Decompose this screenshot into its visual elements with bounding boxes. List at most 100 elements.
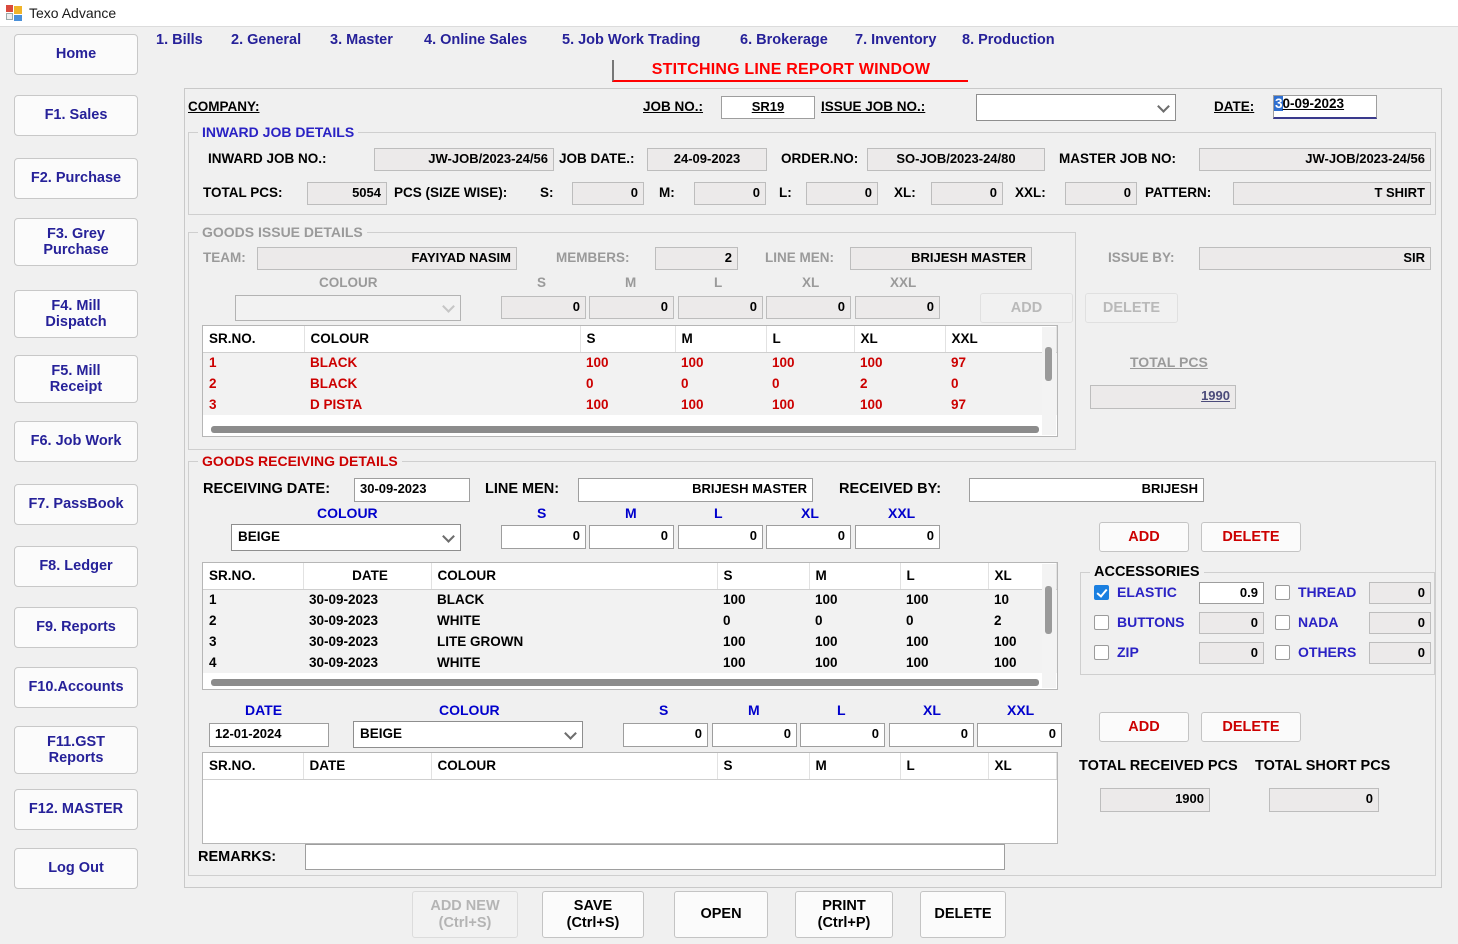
total-received-pcs-field[interactable]: 1900 xyxy=(1100,788,1210,812)
receiving-line-men-field[interactable]: BRIJESH MASTER xyxy=(578,478,813,502)
issue-line-men-field[interactable]: BRIJESH MASTER xyxy=(850,247,1032,270)
print-button[interactable]: PRINT (Ctrl+P) xyxy=(795,891,893,938)
receiving-colour-dropdown[interactable]: BEIGE xyxy=(231,524,461,551)
received-by-field[interactable]: BRIJESH xyxy=(969,478,1204,502)
grid-vertical-scrollbar[interactable] xyxy=(1042,564,1056,688)
sidebar-item-reports[interactable]: F9. Reports xyxy=(14,607,138,648)
receiving-s-field[interactable]: 0 xyxy=(501,525,586,549)
inward-xl-field[interactable]: 0 xyxy=(931,182,1003,205)
sidebar-item-job-work[interactable]: F6. Job Work xyxy=(14,421,138,462)
issue-colour-dropdown[interactable] xyxy=(235,295,461,321)
accessory-others-checkbox[interactable] xyxy=(1275,645,1290,660)
inward-xxl-field[interactable]: 0 xyxy=(1065,182,1137,205)
sidebar-item-mill-receipt[interactable]: F5. Mill Receipt xyxy=(14,355,138,403)
menu-item-bills[interactable]: 1. Bills xyxy=(156,32,203,48)
accessory-buttons-checkbox[interactable] xyxy=(1094,615,1109,630)
delete-button[interactable]: DELETE xyxy=(920,891,1006,938)
sidebar-item-passbook[interactable]: F7. PassBook xyxy=(14,484,138,525)
inward-job-no-field[interactable]: JW-JOB/2023-24/56 xyxy=(374,148,554,171)
pattern-field[interactable]: T SHIRT xyxy=(1233,182,1431,205)
menu-item-online-sales[interactable]: 4. Online Sales xyxy=(424,32,527,48)
receiving-date-field[interactable]: 30-09-2023 xyxy=(354,478,470,502)
accessory-zip-checkbox[interactable] xyxy=(1094,645,1109,660)
menu-item-inventory[interactable]: 7. Inventory xyxy=(855,32,936,48)
receiving-add-button[interactable]: ADD xyxy=(1099,522,1189,552)
receiving-xxl-field[interactable]: 0 xyxy=(855,525,940,549)
table-row[interactable]: 1 30-09-2023 BLACK 100 100 100 10 xyxy=(203,589,1057,610)
issue-add-button[interactable]: ADD xyxy=(980,293,1073,323)
table-row[interactable]: 3 30-09-2023 LITE GROWN 100 100 100 100 xyxy=(203,631,1057,652)
receiving-l-field[interactable]: 0 xyxy=(678,525,763,549)
short-xxl-field[interactable]: 0 xyxy=(977,723,1062,747)
goods-issue-grid[interactable]: SR.NO. COLOUR S M L XL XXL 1 BLACK 100 1… xyxy=(202,325,1058,437)
total-short-pcs-field[interactable]: 0 xyxy=(1269,788,1379,812)
master-job-no-field[interactable]: JW-JOB/2023-24/56 xyxy=(1199,148,1431,171)
goods-receiving-grid[interactable]: SR.NO. DATE COLOUR S M L XL 1 30-09-2023… xyxy=(202,562,1058,690)
table-row[interactable]: 4 30-09-2023 WHITE 100 100 100 100 xyxy=(203,652,1057,673)
menu-item-master[interactable]: 3. Master xyxy=(330,32,393,48)
remarks-field[interactable] xyxy=(305,844,1005,870)
total-pcs-field[interactable]: 5054 xyxy=(307,182,387,205)
accessory-thread-field[interactable]: 0 xyxy=(1369,582,1431,604)
issue-xxl-field[interactable]: 0 xyxy=(855,296,940,319)
grid-vertical-scrollbar[interactable] xyxy=(1042,327,1056,435)
sidebar-item-sales[interactable]: F1. Sales xyxy=(14,95,138,136)
sidebar-item-grey-purchase[interactable]: F3. Grey Purchase xyxy=(14,218,138,266)
sidebar-item-home[interactable]: Home xyxy=(14,34,138,75)
short-s-field[interactable]: 0 xyxy=(623,723,708,747)
short-date-field[interactable]: 12-01-2024 xyxy=(209,723,329,747)
menu-item-production[interactable]: 8. Production xyxy=(962,32,1055,48)
accessory-zip-field[interactable]: 0 xyxy=(1199,642,1264,664)
short-m-field[interactable]: 0 xyxy=(712,723,797,747)
accessory-nada-checkbox[interactable] xyxy=(1275,615,1290,630)
accessory-thread-checkbox[interactable] xyxy=(1275,585,1290,600)
receiving-xl-field[interactable]: 0 xyxy=(766,525,851,549)
accessory-elastic-checkbox[interactable] xyxy=(1094,585,1109,600)
menu-item-general[interactable]: 2. General xyxy=(231,32,301,48)
issue-m-field[interactable]: 0 xyxy=(589,296,674,319)
issue-job-no-dropdown[interactable] xyxy=(976,94,1176,121)
inward-l-field[interactable]: 0 xyxy=(806,182,878,205)
issue-s-field[interactable]: 0 xyxy=(501,296,586,319)
issue-delete-button[interactable]: DELETE xyxy=(1085,293,1178,323)
sidebar-item-ledger[interactable]: F8. Ledger xyxy=(14,546,138,587)
save-button[interactable]: SAVE (Ctrl+S) xyxy=(542,891,644,938)
table-row[interactable]: 2 BLACK 0 0 0 2 0 xyxy=(203,373,1057,394)
members-field[interactable]: 2 xyxy=(655,247,738,270)
accessory-elastic-field[interactable]: 0.9 xyxy=(1199,582,1264,604)
short-pcs-grid[interactable]: SR.NO. DATE COLOUR S M L XL xyxy=(202,752,1058,844)
sidebar-item-accounts[interactable]: F10.Accounts xyxy=(14,667,138,708)
issue-total-pcs-field[interactable]: 1990 xyxy=(1090,385,1236,409)
accessory-nada-field[interactable]: 0 xyxy=(1369,612,1431,634)
order-no-field[interactable]: SO-JOB/2023-24/80 xyxy=(867,148,1045,171)
inward-s-field[interactable]: 0 xyxy=(572,182,644,205)
short-delete-button[interactable]: DELETE xyxy=(1201,712,1301,742)
accessory-others-field[interactable]: 0 xyxy=(1369,642,1431,664)
table-row[interactable]: 1 BLACK 100 100 100 100 97 xyxy=(203,352,1057,373)
receiving-delete-button[interactable]: DELETE xyxy=(1201,522,1301,552)
issue-l-field[interactable]: 0 xyxy=(678,296,763,319)
short-colour-dropdown[interactable]: BEIGE xyxy=(353,721,583,748)
receiving-m-field[interactable]: 0 xyxy=(589,525,674,549)
grid-horizontal-scrollbar[interactable] xyxy=(211,426,1039,433)
sidebar-item-logout[interactable]: Log Out xyxy=(14,848,138,889)
issue-xl-field[interactable]: 0 xyxy=(766,296,851,319)
grid-horizontal-scrollbar[interactable] xyxy=(211,679,1039,686)
add-new-button[interactable]: ADD NEW (Ctrl+S) xyxy=(412,891,518,938)
inward-m-field[interactable]: 0 xyxy=(694,182,766,205)
team-field[interactable]: FAYIYAD NASIM xyxy=(257,247,517,270)
sidebar-item-purchase[interactable]: F2. Purchase xyxy=(14,158,138,199)
short-xl-field[interactable]: 0 xyxy=(889,723,974,747)
short-l-field[interactable]: 0 xyxy=(800,723,885,747)
date-field[interactable]: 30-09-2023 xyxy=(1273,95,1377,119)
sidebar-item-gst-reports[interactable]: F11.GST Reports xyxy=(14,726,138,774)
issue-by-field[interactable]: SIR xyxy=(1199,247,1431,270)
table-row[interactable]: 2 30-09-2023 WHITE 0 0 0 2 xyxy=(203,610,1057,631)
sidebar-item-master[interactable]: F12. MASTER xyxy=(14,789,138,830)
job-date-field[interactable]: 24-09-2023 xyxy=(647,148,767,171)
menu-item-brokerage[interactable]: 6. Brokerage xyxy=(740,32,828,48)
table-row[interactable]: 3 D PISTA 100 100 100 100 97 xyxy=(203,394,1057,415)
short-add-button[interactable]: ADD xyxy=(1099,712,1189,742)
open-button[interactable]: OPEN xyxy=(674,891,768,938)
sidebar-item-mill-dispatch[interactable]: F4. Mill Dispatch xyxy=(14,290,138,338)
